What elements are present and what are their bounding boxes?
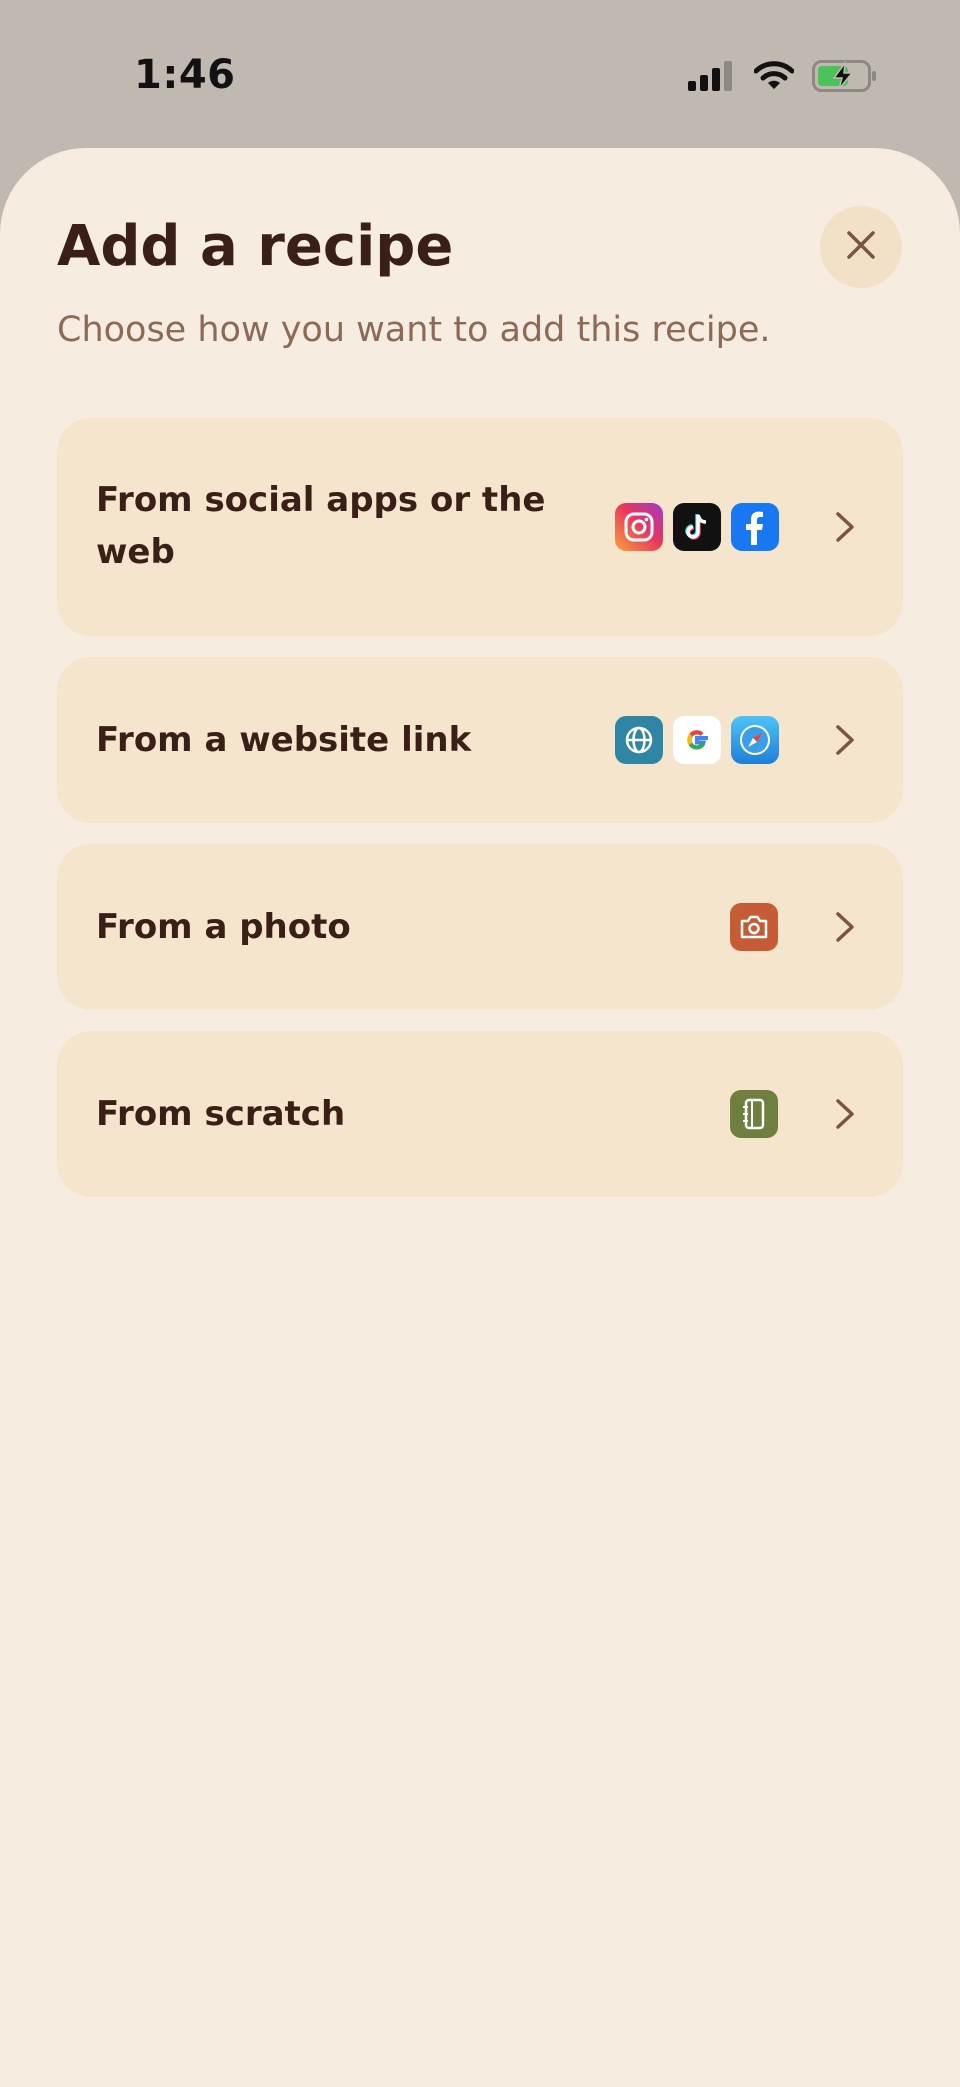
option-social-apps[interactable]: From social apps or the web — [57, 418, 903, 636]
notebook-icon — [730, 1090, 778, 1138]
cellular-signal-icon — [688, 61, 736, 95]
instagram-icon — [615, 503, 663, 551]
close-icon — [846, 230, 876, 264]
option-social-apps-label-line1: From social apps or the — [96, 480, 546, 520]
status-bar: 1:46 — [0, 0, 960, 150]
option-website-link-label: From a website link — [96, 720, 472, 760]
tiktok-icon — [673, 503, 721, 551]
wifi-icon — [753, 61, 795, 95]
safari-icon — [731, 716, 779, 764]
option-photo-label: From a photo — [96, 907, 351, 947]
option-scratch-label: From scratch — [96, 1094, 346, 1134]
option-photo-icons — [730, 903, 778, 951]
camera-icon — [730, 903, 778, 951]
chevron-right-icon — [833, 1094, 857, 1134]
sheet-subtitle: Choose how you want to add this recipe. — [57, 310, 771, 350]
option-scratch[interactable]: From scratch — [57, 1031, 903, 1197]
chevron-right-icon — [833, 507, 857, 547]
chevron-right-icon — [833, 720, 857, 760]
option-website-link-icons — [615, 716, 779, 764]
option-website-link[interactable]: From a website link — [57, 657, 903, 823]
option-photo[interactable]: From a photo — [57, 844, 903, 1010]
battery-charging-icon — [812, 60, 878, 96]
option-scratch-icons — [730, 1090, 778, 1138]
add-recipe-sheet: Add a recipe Choose how you want to add … — [0, 148, 960, 2087]
option-social-apps-label-line2: web — [96, 532, 175, 572]
facebook-icon — [731, 503, 779, 551]
status-icons — [688, 58, 878, 98]
google-icon — [673, 716, 721, 764]
status-time: 1:46 — [134, 52, 236, 98]
close-button[interactable] — [820, 206, 902, 288]
option-social-apps-icons — [615, 503, 779, 551]
option-social-apps-label: From social apps or the web — [96, 474, 545, 578]
chevron-right-icon — [833, 907, 857, 947]
sheet-title: Add a recipe — [57, 214, 454, 279]
globe-icon — [615, 716, 663, 764]
